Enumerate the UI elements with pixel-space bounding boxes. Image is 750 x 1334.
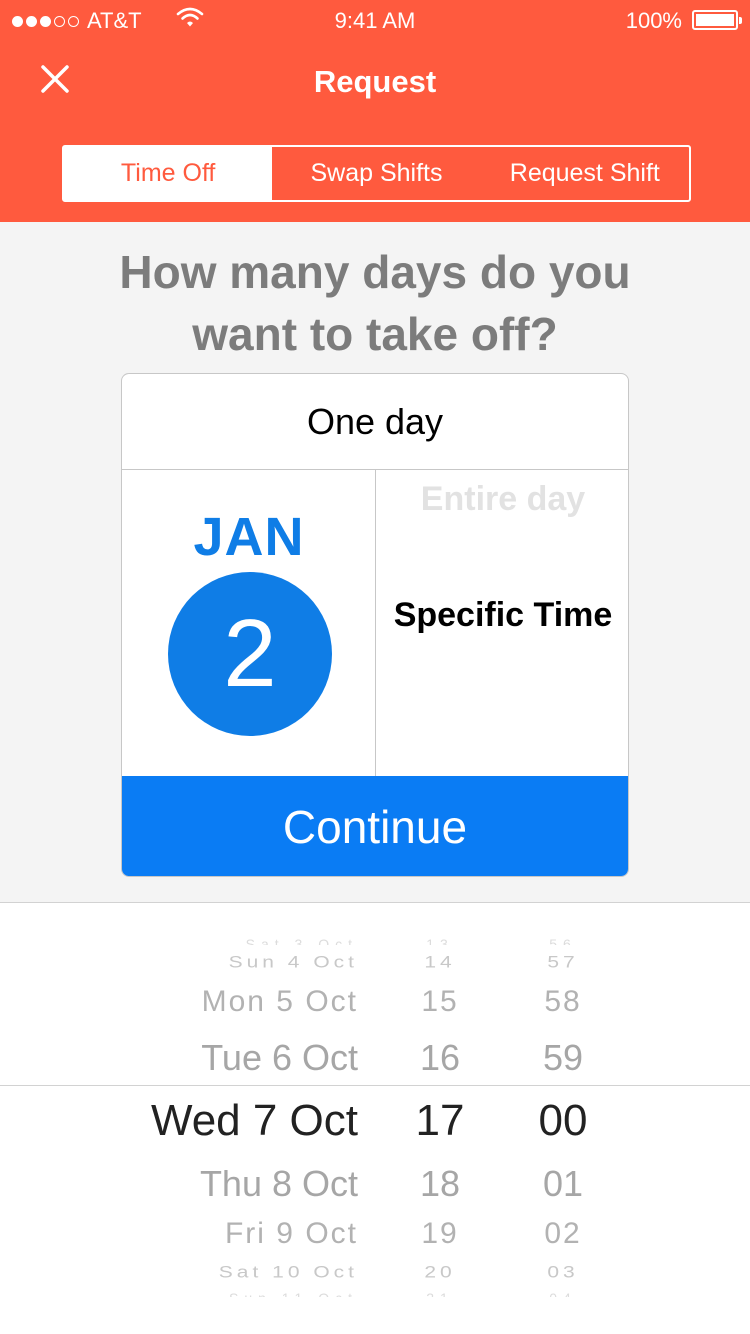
picker-date: Tue 6 Oct bbox=[201, 1037, 358, 1078]
tab-request-shift[interactable]: Request Shift bbox=[481, 147, 689, 200]
date-month: JAN bbox=[193, 507, 305, 567]
picker-hour: 13 bbox=[426, 936, 454, 945]
picker-minute: 01 bbox=[542, 1163, 584, 1204]
picker-date: Wed 7 Oct bbox=[150, 1096, 358, 1145]
picker-minute: 02 bbox=[544, 1217, 582, 1250]
picker-selection-divider bbox=[0, 1085, 750, 1086]
picker-minute: 03 bbox=[547, 1263, 579, 1282]
picker-hour: 15 bbox=[421, 985, 459, 1018]
picker-date: Sun 11 Oct bbox=[229, 1289, 358, 1297]
picker-hour: 19 bbox=[421, 1217, 459, 1250]
tab-time-off[interactable]: Time Off bbox=[64, 147, 273, 200]
picker-date: Fri 9 Oct bbox=[224, 1217, 358, 1250]
question-line-1: How many days do you bbox=[119, 246, 631, 298]
picker-minute: 00 bbox=[538, 1096, 588, 1145]
battery-percent: 100% bbox=[625, 8, 682, 33]
picker-date: Mon 5 Oct bbox=[201, 985, 358, 1018]
option-entire-day[interactable]: Entire day bbox=[376, 480, 628, 519]
request-type-tabs: Time Off Swap Shifts Request Shift bbox=[62, 145, 691, 202]
battery-icon bbox=[692, 10, 742, 30]
picker-date: Sat 10 Oct bbox=[218, 1263, 358, 1282]
picker-row[interactable]: Sun 11 Oct 21 04 bbox=[0, 1289, 750, 1297]
picker-hour: 14 bbox=[424, 953, 456, 972]
picker-hour: 21 bbox=[390, 1289, 490, 1297]
time-off-card: One day JAN 2 Entire day Specific Time C… bbox=[121, 373, 629, 877]
picker-date: Thu 8 Oct bbox=[199, 1163, 358, 1204]
continue-button[interactable]: Continue bbox=[122, 776, 628, 876]
picker-date: Sun 4 Oct bbox=[228, 953, 358, 972]
tab-swap-shifts[interactable]: Swap Shifts bbox=[272, 147, 480, 200]
question-line-2: want to take off? bbox=[192, 308, 558, 360]
page-title: Request bbox=[313, 64, 437, 99]
picker-minute: 57 bbox=[547, 953, 579, 972]
date-day-badge: 2 bbox=[168, 572, 332, 736]
option-specific-time[interactable]: Specific Time bbox=[376, 596, 628, 635]
time-option-picker[interactable]: Entire day Specific Time bbox=[376, 470, 628, 776]
status-bar: AT&T 9:41 AM 100% bbox=[0, 0, 750, 40]
picker-minute: 56 bbox=[549, 936, 577, 945]
date-time-picker[interactable]: Sat 3 Oct 13 56 Sun 4 Oct 14 57 Mon 5 Oc… bbox=[0, 902, 750, 1334]
picker-row[interactable]: Sat 3 Oct 13 56 bbox=[0, 935, 750, 945]
date-selector[interactable]: JAN 2 bbox=[122, 470, 376, 776]
question-heading: How many days do you want to take off? bbox=[0, 241, 750, 365]
picker-date: Sat 3 Oct bbox=[245, 936, 358, 945]
picker-hour: 18 bbox=[419, 1163, 461, 1204]
picker-minute: 04 bbox=[513, 1289, 613, 1297]
duration-selector[interactable]: One day bbox=[122, 374, 628, 470]
picker-minute: 59 bbox=[542, 1037, 584, 1078]
picker-hour: 16 bbox=[419, 1037, 461, 1078]
picker-minute: 58 bbox=[544, 985, 582, 1018]
picker-hour: 17 bbox=[415, 1096, 465, 1145]
picker-hour: 20 bbox=[424, 1263, 456, 1282]
